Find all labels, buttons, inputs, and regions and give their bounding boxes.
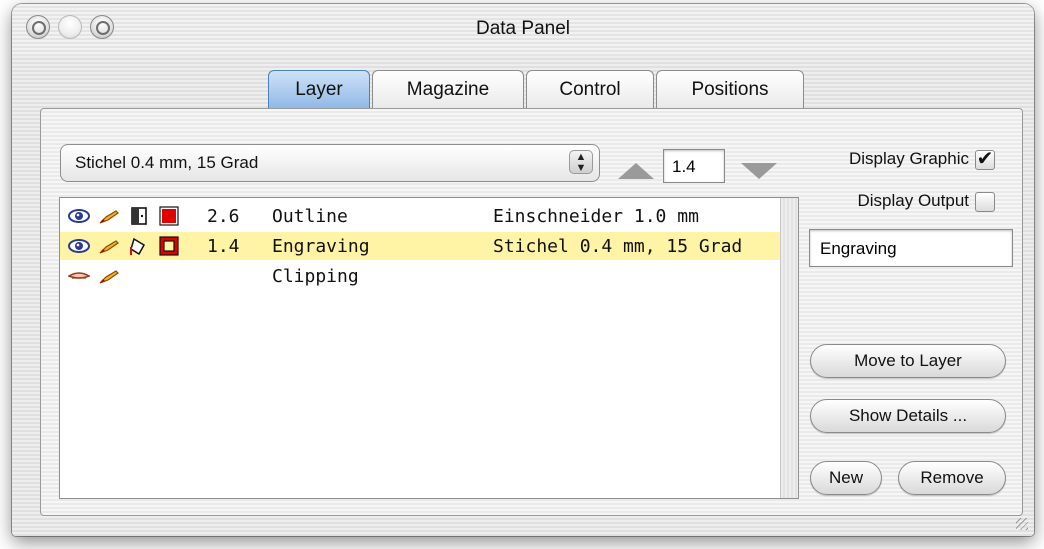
data-panel-window: Data Panel Layer Magazine Control Positi…	[12, 4, 1034, 536]
pen-icon[interactable]	[98, 265, 120, 287]
layer-name-field[interactable]: Engraving	[809, 229, 1013, 267]
eye-icon[interactable]	[68, 205, 90, 227]
layer-tool: Stichel 0.4 mm, 15 Grad	[493, 236, 743, 257]
display-output-checkbox[interactable]	[975, 192, 995, 212]
display-graphic-label: Display Graphic	[849, 149, 969, 168]
layer-tool: Einschneider 1.0 mm	[493, 206, 699, 227]
tool-popup-value: Stichel 0.4 mm, 15 Grad	[75, 153, 259, 172]
title-bar[interactable]: Data Panel	[12, 4, 1034, 56]
color-swatch-icon[interactable]	[158, 205, 180, 227]
eye-icon[interactable]	[68, 235, 90, 257]
layer-name: Engraving	[272, 236, 370, 257]
layer-row-clipping[interactable]: Clipping	[60, 262, 780, 290]
tool-popup[interactable]: Stichel 0.4 mm, 15 Grad ▲ ▼	[60, 144, 600, 182]
layer-name: Outline	[272, 206, 348, 227]
layer-row-engraving[interactable]: 1.4 Engraving Stichel 0.4 mm, 15 Grad	[60, 232, 780, 260]
step-down-arrow-icon[interactable]	[741, 163, 777, 179]
layer-panel: Stichel 0.4 mm, 15 Grad ▲ ▼ 1.4 Display G…	[40, 108, 1023, 516]
display-output-label: Display Output	[857, 191, 970, 210]
tab-magazine[interactable]: Magazine	[372, 70, 524, 109]
move-to-layer-button[interactable]: Move to Layer	[810, 344, 1006, 378]
paint-bucket-icon[interactable]	[128, 235, 150, 257]
step-up-arrow-icon[interactable]	[618, 163, 654, 179]
show-details-button[interactable]: Show Details ...	[810, 399, 1006, 433]
eye-closed-icon[interactable]	[68, 265, 90, 287]
display-graphic-checkbox[interactable]: ✔	[975, 148, 995, 170]
color-swatch-icon[interactable]	[158, 235, 180, 257]
vertical-scrollbar[interactable]	[780, 198, 798, 498]
checkmark-icon: ✔	[976, 148, 994, 170]
layer-depth-value: 2.6	[207, 206, 240, 227]
pen-icon[interactable]	[98, 235, 120, 257]
door-icon[interactable]	[128, 205, 150, 227]
pen-icon[interactable]	[98, 205, 120, 227]
tab-positions[interactable]: Positions	[656, 70, 804, 109]
tab-layer[interactable]: Layer	[268, 70, 370, 109]
popup-arrows-icon: ▲ ▼	[569, 150, 593, 174]
layer-depth-value: 1.4	[207, 236, 240, 257]
resize-grip-icon[interactable]	[1016, 518, 1028, 530]
depth-value-field[interactable]: 1.4	[663, 149, 725, 183]
tab-control[interactable]: Control	[526, 70, 654, 109]
window-title: Data Panel	[475, 18, 570, 39]
remove-layer-button[interactable]: Remove	[898, 461, 1006, 495]
layer-name: Clipping	[272, 266, 359, 287]
layer-list[interactable]: 2.6 Outline Einschneider 1.0 mm 1.4 Engr…	[59, 197, 799, 499]
layer-row-outline[interactable]: 2.6 Outline Einschneider 1.0 mm	[60, 202, 780, 230]
new-layer-button[interactable]: New	[810, 461, 882, 495]
